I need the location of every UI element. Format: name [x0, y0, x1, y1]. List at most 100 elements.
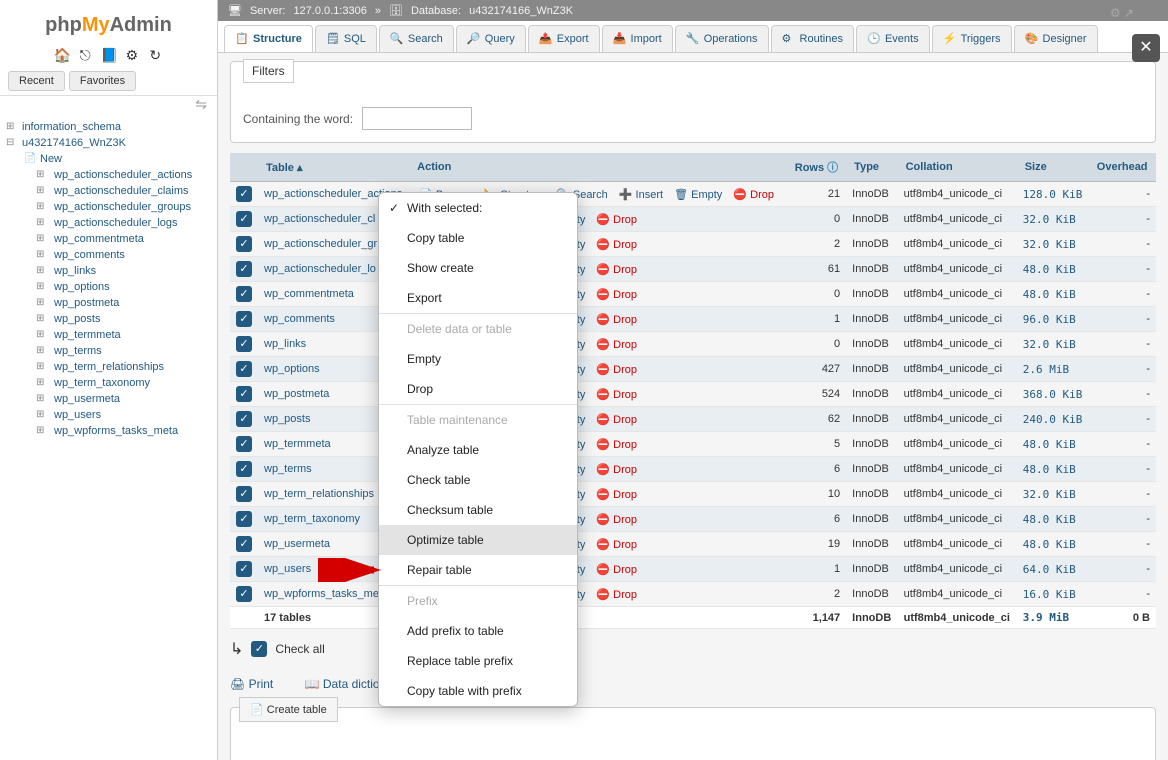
docs-icon[interactable]: 📘 [101, 47, 117, 63]
new-table-link[interactable]: New [4, 151, 213, 167]
row-checkbox[interactable]: ✓ [236, 386, 252, 402]
tab-sql[interactable]: 🗒SQL [315, 25, 377, 52]
tab-search[interactable]: 🔍Search [379, 25, 454, 52]
table-name-link[interactable]: wp_usermeta [264, 538, 330, 550]
table-node[interactable]: wp_posts [4, 311, 213, 327]
drop-action[interactable]: ⛔ Drop [596, 489, 637, 501]
table-node[interactable]: wp_actionscheduler_groups [4, 199, 213, 215]
table-name-link[interactable]: wp_actionscheduler_lo [264, 263, 376, 275]
page-settings-icon[interactable]: ⚙ ↗ [1110, 6, 1134, 20]
table-name-link[interactable]: wp_users [264, 563, 311, 575]
print-link[interactable]: 🖨 Print [230, 677, 287, 691]
drop-action[interactable]: ⛔ Drop [596, 414, 637, 426]
col-type[interactable]: Type [846, 153, 897, 182]
table-node[interactable]: wp_terms [4, 343, 213, 359]
drop-action[interactable]: ⛔ Drop [596, 289, 637, 301]
db-node[interactable]: u432174166_WnZ3K [4, 135, 213, 151]
db-node[interactable]: information_schema [4, 119, 213, 135]
table-name-link[interactable]: wp_wpforms_tasks_me [264, 588, 379, 600]
drop-action[interactable]: ⛔ Drop [596, 564, 637, 576]
tab-structure[interactable]: 📋Structure [224, 25, 313, 52]
ctx-item[interactable]: Analyze table [379, 435, 577, 465]
drop-action[interactable]: ⛔ Drop [596, 239, 637, 251]
server-value[interactable]: 127.0.0.1:3306 [293, 5, 366, 17]
row-checkbox[interactable]: ✓ [236, 536, 252, 552]
col-overhead[interactable]: Overhead [1089, 153, 1156, 182]
table-name-link[interactable]: wp_postmeta [264, 388, 329, 400]
row-checkbox[interactable]: ✓ [236, 261, 252, 277]
table-name-link[interactable]: wp_posts [264, 413, 310, 425]
row-checkbox[interactable]: ✓ [236, 336, 252, 352]
drop-action[interactable]: ⛔ Drop [596, 439, 637, 451]
ctx-item[interactable]: Add prefix to table [379, 616, 577, 646]
create-table-button[interactable]: 📄 Create table [239, 697, 338, 722]
table-node[interactable]: wp_links [4, 263, 213, 279]
ctx-item[interactable]: Checksum table [379, 495, 577, 525]
drop-action[interactable]: ⛔ Drop [596, 464, 637, 476]
row-checkbox[interactable]: ✓ [236, 286, 252, 302]
row-checkbox[interactable]: ✓ [236, 311, 252, 327]
col-size[interactable]: Size [1017, 153, 1089, 182]
tab-triggers[interactable]: ⚡Triggers [932, 25, 1012, 52]
ctx-item[interactable]: Empty [379, 344, 577, 374]
table-node[interactable]: wp_termmeta [4, 327, 213, 343]
drop-action[interactable]: ⛔ Drop [596, 514, 637, 526]
row-checkbox[interactable]: ✓ [236, 361, 252, 377]
table-node[interactable]: wp_comments [4, 247, 213, 263]
ctx-item[interactable]: Check table [379, 465, 577, 495]
insert-action[interactable]: ➕ Insert [619, 189, 663, 201]
ctx-item[interactable]: Copy table with prefix [379, 676, 577, 706]
drop-action[interactable]: ⛔ Drop [596, 389, 637, 401]
ctx-item[interactable]: Repair table [379, 555, 577, 585]
ctx-item[interactable]: Optimize table [379, 525, 577, 555]
table-node[interactable]: wp_actionscheduler_actions [4, 167, 213, 183]
row-checkbox[interactable]: ✓ [236, 411, 252, 427]
collapse-handle-icon[interactable]: ⇋ [0, 96, 217, 113]
tab-import[interactable]: 📥Import [602, 25, 673, 52]
table-node[interactable]: wp_users [4, 407, 213, 423]
row-checkbox[interactable]: ✓ [236, 236, 252, 252]
row-checkbox[interactable]: ✓ [236, 436, 252, 452]
table-node[interactable]: wp_wpforms_tasks_meta [4, 423, 213, 439]
ctx-item[interactable]: Show create [379, 253, 577, 283]
tab-operations[interactable]: 🔧Operations [675, 25, 769, 52]
table-name-link[interactable]: wp_termmeta [264, 438, 331, 450]
check-all-checkbox[interactable]: ✓ [251, 641, 267, 657]
favorites-tab[interactable]: Favorites [69, 71, 136, 91]
settings-icon[interactable]: ⚙ [124, 47, 140, 63]
tab-query[interactable]: 🔎Query [456, 25, 526, 52]
row-checkbox[interactable]: ✓ [236, 211, 252, 227]
table-name-link[interactable]: wp_terms [264, 463, 312, 475]
ctx-item[interactable]: Export [379, 283, 577, 313]
drop-action[interactable]: ⛔ Drop [596, 264, 637, 276]
table-node[interactable]: wp_term_taxonomy [4, 375, 213, 391]
table-node[interactable]: wp_commentmeta [4, 231, 213, 247]
drop-action[interactable]: ⛔ Drop [596, 364, 637, 376]
table-node[interactable]: wp_actionscheduler_claims [4, 183, 213, 199]
reload-icon[interactable]: ↻ [147, 47, 163, 63]
drop-action[interactable]: ⛔ Drop [596, 314, 637, 326]
table-node[interactable]: wp_actionscheduler_logs [4, 215, 213, 231]
table-name-link[interactable]: wp_options [264, 363, 320, 375]
drop-action[interactable]: ⛔ Drop [596, 539, 637, 551]
ctx-item[interactable]: Copy table [379, 223, 577, 253]
drop-action[interactable]: ⛔ Drop [596, 339, 637, 351]
tab-events[interactable]: 🕒Events [856, 25, 930, 52]
close-button[interactable]: ✕ [1132, 34, 1160, 62]
row-checkbox[interactable]: ✓ [236, 586, 252, 602]
col-rows[interactable]: Rows ⓘ [786, 153, 846, 182]
table-node[interactable]: wp_term_relationships [4, 359, 213, 375]
tab-export[interactable]: 📤Export [528, 25, 600, 52]
table-name-link[interactable]: wp_actionscheduler_gr [264, 238, 377, 250]
database-value[interactable]: u432174166_WnZ3K [469, 5, 573, 17]
empty-action[interactable]: 🗑 Empty [674, 189, 722, 201]
ctx-item[interactable]: Replace table prefix [379, 646, 577, 676]
table-name-link[interactable]: wp_term_relationships [264, 488, 374, 500]
row-checkbox[interactable]: ✓ [236, 561, 252, 577]
check-all-label[interactable]: Check all [275, 642, 324, 656]
ctx-item[interactable]: Drop [379, 374, 577, 404]
row-checkbox[interactable]: ✓ [236, 486, 252, 502]
tab-designer[interactable]: 🎨Designer [1014, 25, 1098, 52]
table-name-link[interactable]: wp_comments [264, 313, 335, 325]
table-name-link[interactable]: wp_term_taxonomy [264, 513, 360, 525]
